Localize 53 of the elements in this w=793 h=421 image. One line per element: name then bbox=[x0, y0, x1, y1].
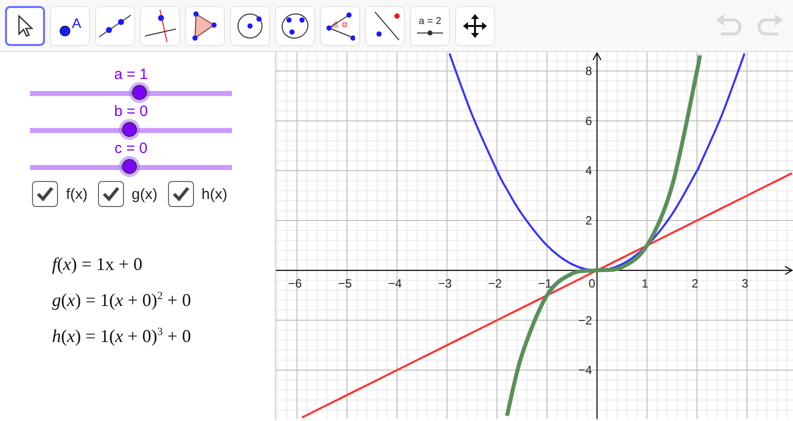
tool-button[interactable]: A bbox=[50, 6, 90, 46]
x-tick-label: −6 bbox=[288, 276, 302, 290]
x-tick-label: −4 bbox=[388, 276, 402, 290]
tool-button[interactable]: a = 2 bbox=[410, 6, 450, 46]
slider-label: c = 0 bbox=[114, 140, 148, 158]
x-tick-label: 1 bbox=[642, 276, 648, 290]
slider-icon bbox=[417, 30, 443, 36]
function-curve[interactable] bbox=[448, 53, 746, 272]
check-icon bbox=[36, 186, 54, 202]
x-tick-label: 0 bbox=[588, 276, 596, 290]
slider-thumb[interactable] bbox=[122, 159, 137, 174]
perpendicular-lines-icon bbox=[143, 8, 177, 42]
checkbox-label: f(x) bbox=[66, 186, 88, 202]
x-tick-label: −1 bbox=[538, 276, 552, 290]
angle-icon bbox=[325, 10, 355, 40]
function-curve[interactable] bbox=[505, 55, 702, 416]
y-tick-label: −4 bbox=[578, 363, 592, 378]
slider-label: a = 1 bbox=[114, 66, 148, 84]
x-tick-label: −5 bbox=[338, 276, 352, 290]
checkbox[interactable] bbox=[32, 181, 58, 207]
triangle-icon bbox=[192, 10, 218, 40]
checkbox[interactable] bbox=[168, 181, 194, 207]
cursor-arrow-icon bbox=[17, 14, 33, 38]
x-tick-label: 2 bbox=[692, 276, 698, 290]
tool-button[interactable] bbox=[5, 6, 45, 46]
y-tick-label: −2 bbox=[578, 313, 592, 328]
slider-thumb[interactable] bbox=[122, 122, 137, 137]
tool-button[interactable]: α bbox=[320, 6, 360, 46]
four-way-arrow-icon bbox=[463, 14, 487, 38]
slider-thumb[interactable] bbox=[132, 85, 148, 100]
check-icon bbox=[102, 186, 120, 202]
y-tick-label: 2 bbox=[585, 214, 592, 228]
x-tick-label: −3 bbox=[438, 276, 452, 290]
x-tick-label: 3 bbox=[742, 276, 748, 290]
checkbox-label: g(x) bbox=[132, 186, 158, 202]
y-tick-label: 4 bbox=[585, 164, 592, 178]
point-label: A bbox=[72, 14, 82, 30]
y-tick-label: 8 bbox=[585, 64, 592, 78]
ellipse-icon bbox=[280, 12, 310, 40]
checkbox[interactable] bbox=[98, 181, 124, 207]
line-through-points-icon bbox=[98, 12, 132, 38]
x-tick-label: −2 bbox=[488, 276, 502, 290]
graph-view[interactable]: −6 −5 −4 −3 −2 −1 0 1 2 3 8 6 4 2 −2 −4 bbox=[276, 52, 793, 420]
function-formula: g(x) = 1(x + 0)$^{2}$ + 0 bbox=[52, 289, 191, 312]
point-icon bbox=[58, 24, 71, 36]
check-icon bbox=[172, 186, 190, 202]
checkbox-label: h(x) bbox=[202, 186, 228, 202]
circle-icon bbox=[236, 12, 264, 40]
y-tick-label: 6 bbox=[585, 114, 592, 128]
slider-label: b = 0 bbox=[114, 103, 148, 121]
function-formula: f(x) = 1x + 0 bbox=[52, 253, 144, 276]
angle-label: α bbox=[342, 18, 348, 28]
function-formula: h(x) = 1(x + 0)$^{3}$ + 0 bbox=[52, 325, 191, 348]
